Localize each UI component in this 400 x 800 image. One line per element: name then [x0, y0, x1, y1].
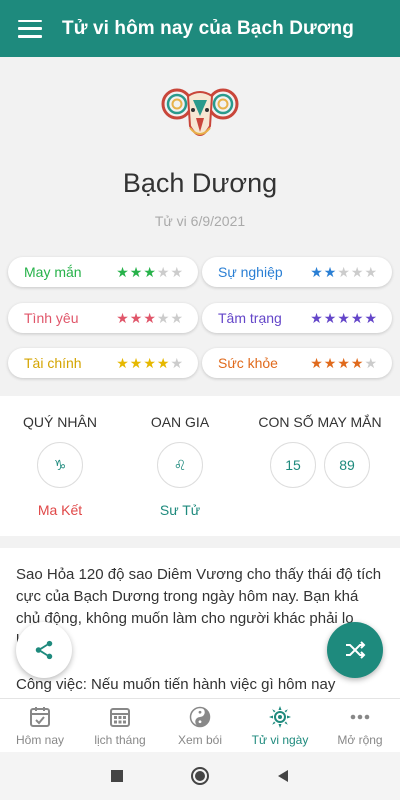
star-empty-icon: ★: [364, 354, 378, 371]
star-filled-icon: ★: [323, 354, 338, 371]
nav-label: Mở rộng: [337, 733, 383, 747]
star-filled-icon: ★: [350, 309, 365, 326]
rating-mood: Tâm trạng ★★★★★: [202, 303, 392, 333]
benefactor-column: QUÝ NHÂN ♑ Ma Kết: [0, 414, 120, 518]
star-empty-icon: ★: [170, 309, 184, 326]
star-empty-icon: ★: [156, 263, 171, 280]
rating-health: Sức khỏe ★★★★★: [202, 348, 392, 378]
nav-label: Xem bói: [177, 733, 223, 747]
rating-label: May mắn: [24, 264, 82, 280]
enemy-sign: Sư Tử: [159, 502, 201, 518]
stars: ★★★★★: [116, 310, 184, 327]
rating-label: Tâm trạng: [218, 310, 282, 326]
stars: ★★★★★: [310, 310, 378, 327]
star-filled-icon: ★: [116, 263, 130, 280]
recent-apps-icon[interactable]: [110, 769, 124, 783]
back-icon[interactable]: [276, 769, 290, 783]
app-bar: Tử vi hôm nay của Bạch Dương: [0, 0, 400, 57]
star-filled-icon: ★: [350, 354, 365, 371]
star-filled-icon: ★: [310, 263, 324, 280]
star-filled-icon: ★: [364, 309, 378, 326]
bottom-navigation: Hôm nay lịch tháng Xem bói Tử vi ngày Mở…: [0, 698, 400, 752]
aries-logo-icon: [161, 88, 239, 136]
rating-label: Tình yêu: [24, 310, 79, 326]
star-empty-icon: ★: [364, 263, 378, 280]
system-navigation-bar: [0, 752, 400, 800]
enemy-title: OAN GIA: [150, 414, 210, 430]
sun-compass-icon: [269, 706, 291, 728]
shuffle-icon: [346, 641, 366, 659]
star-empty-icon: ★: [170, 354, 184, 371]
star-filled-icon: ★: [310, 309, 324, 326]
app-title: Tử vi hôm nay của Bạch Dương: [62, 17, 354, 39]
yin-yang-icon: [189, 706, 211, 728]
benefactor-title: QUÝ NHÂN: [23, 414, 97, 430]
star-filled-icon: ★: [129, 354, 144, 371]
rating-finance: Tài chính ★★★★★: [8, 348, 198, 378]
star-filled-icon: ★: [323, 263, 338, 280]
lucky-number: 15: [270, 442, 316, 488]
horoscope-paragraph: Công việc: Nếu muốn tiến hành việc gì hô…: [16, 676, 336, 693]
stars: ★★★★★: [310, 264, 378, 281]
lucky-number-title: CON SỐ MAY MẮN: [258, 414, 382, 430]
star-filled-icon: ★: [323, 309, 338, 326]
horoscope-date: Tử vi 6/9/2021: [154, 213, 246, 229]
star-filled-icon: ★: [129, 263, 144, 280]
rating-career: Sự nghiệp ★★★★★: [202, 257, 392, 287]
star-filled-icon: ★: [337, 354, 351, 371]
rating-label: Tài chính: [24, 355, 82, 371]
star-filled-icon: ★: [310, 354, 324, 371]
stars: ★★★★★: [116, 264, 184, 281]
star-filled-icon: ★: [143, 263, 157, 280]
menu-icon[interactable]: [18, 19, 42, 38]
star-empty-icon: ★: [170, 263, 184, 280]
star-filled-icon: ★: [337, 309, 351, 326]
star-empty-icon: ★: [337, 263, 351, 280]
enemy-column: OAN GIA ♌ Sư Tử: [120, 414, 240, 518]
nav-daily-horoscope[interactable]: Tử vi ngày: [240, 699, 320, 752]
calendar-check-icon: [30, 707, 50, 727]
rating-label: Sự nghiệp: [218, 264, 283, 280]
shuffle-button[interactable]: [327, 622, 383, 678]
nav-month-calendar[interactable]: lịch tháng: [80, 699, 160, 752]
lucky-number-column: CON SỐ MAY MẮN 15 89: [240, 414, 400, 488]
star-filled-icon: ★: [129, 309, 144, 326]
star-filled-icon: ★: [116, 309, 130, 326]
star-filled-icon: ★: [143, 309, 157, 326]
nav-label: Tử vi ngày: [251, 733, 309, 747]
nav-fortune[interactable]: Xem bói: [160, 699, 240, 752]
quick-info-panel: QUÝ NHÂN ♑ Ma Kết OAN GIA ♌ Sư Tử CON SỐ…: [0, 396, 400, 536]
star-empty-icon: ★: [156, 309, 171, 326]
horoscope-content: Sao Hỏa 120 độ sao Diêm Vương cho thấy t…: [0, 548, 400, 698]
nav-label: Hôm nay: [15, 733, 65, 747]
rating-love: Tình yêu ★★★★★: [8, 303, 198, 333]
leo-icon[interactable]: ♌: [157, 442, 203, 488]
benefactor-sign: Ma Kết: [37, 502, 83, 518]
home-icon[interactable]: [190, 766, 210, 786]
rating-luck: May mắn ★★★★★: [8, 257, 198, 287]
star-filled-icon: ★: [116, 354, 130, 371]
star-filled-icon: ★: [143, 354, 157, 371]
sign-name: Bạch Dương: [122, 168, 278, 198]
capricorn-icon[interactable]: ♑: [37, 442, 83, 488]
share-button[interactable]: [16, 622, 72, 678]
star-empty-icon: ★: [350, 263, 365, 280]
calendar-grid-icon: [110, 708, 130, 727]
rating-label: Sức khỏe: [218, 355, 278, 371]
share-icon: [35, 640, 53, 660]
stars: ★★★★★: [116, 355, 184, 372]
stars: ★★★★★: [310, 355, 378, 372]
nav-today[interactable]: Hôm nay: [0, 699, 80, 752]
more-dots-icon: [350, 714, 370, 720]
nav-more[interactable]: Mở rộng: [320, 699, 400, 752]
lucky-number: 89: [324, 442, 370, 488]
nav-label: lịch tháng: [94, 733, 146, 747]
star-filled-icon: ★: [156, 354, 171, 371]
